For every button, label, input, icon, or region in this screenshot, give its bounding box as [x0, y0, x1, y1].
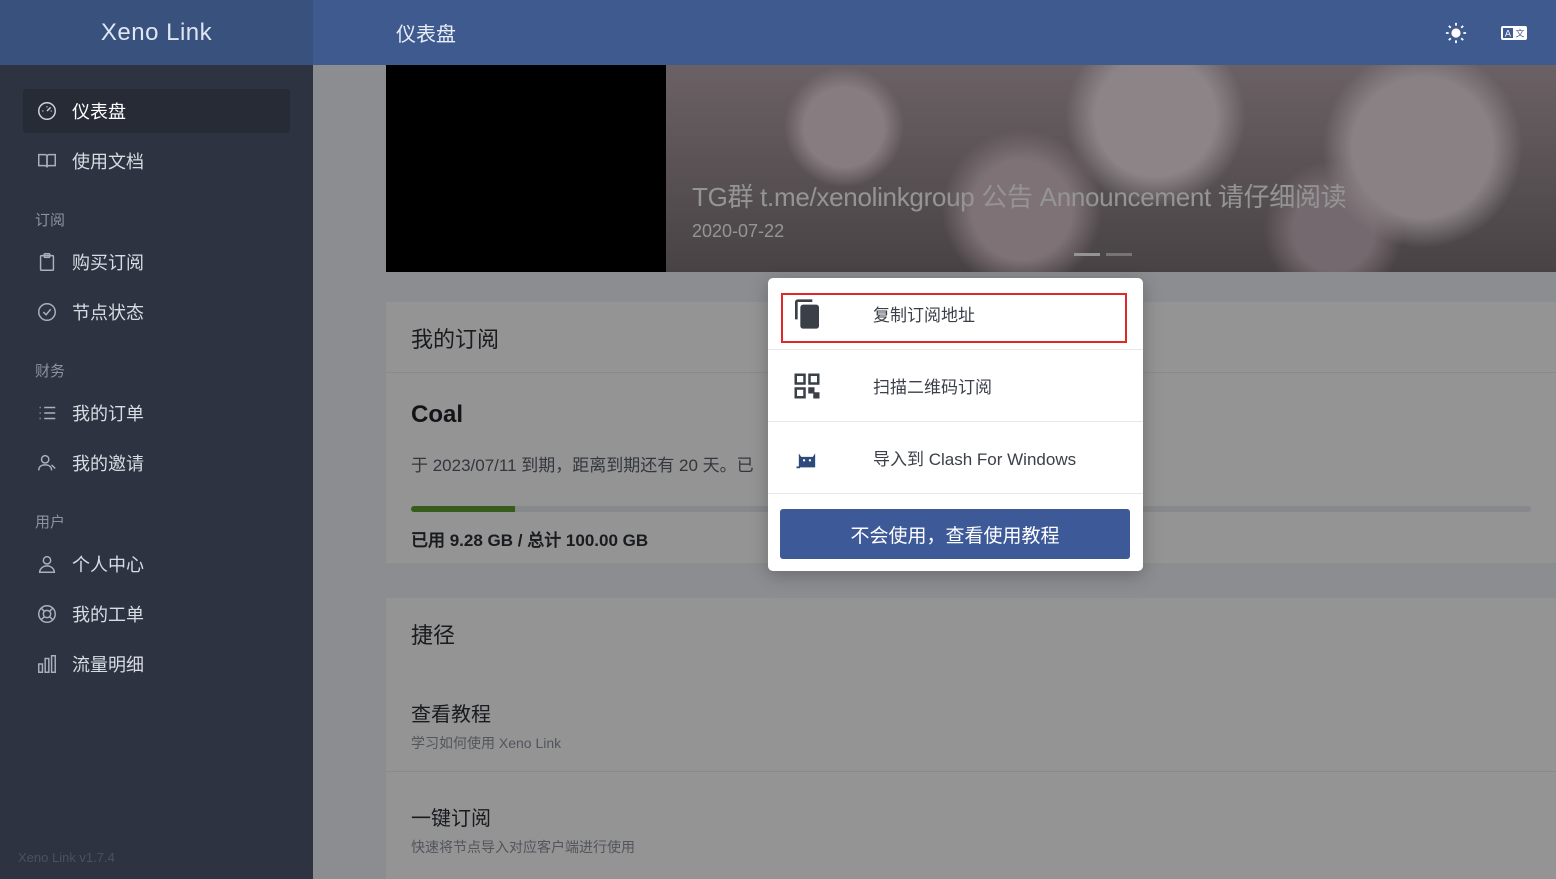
- view-tutorial-button[interactable]: 不会使用，查看使用教程: [780, 509, 1130, 559]
- sidebar-item-label: 节点状态: [72, 303, 144, 323]
- book-icon: [35, 149, 59, 173]
- clipboard-icon: [35, 250, 59, 274]
- list-icon: [35, 401, 59, 425]
- sidebar-item-label: 购买订阅: [72, 253, 144, 273]
- sidebar-item-label: 我的订单: [72, 404, 144, 424]
- nav-group-finance: 财务: [35, 363, 66, 380]
- subscribe-options-menu: 复制订阅地址 扫描二维码订阅 导入到 Clash For Windows 不会使…: [768, 278, 1143, 571]
- user-add-icon: [35, 451, 59, 475]
- nav-group-subscription: 订阅: [35, 212, 66, 229]
- top-header: 仪表盘 A文: [313, 0, 1556, 65]
- svg-text:文: 文: [1515, 27, 1524, 39]
- user-icon: [35, 552, 59, 576]
- sidebar-item-docs[interactable]: 使用文档: [23, 139, 290, 183]
- menu-item-copy-subscription-url[interactable]: 复制订阅地址: [768, 278, 1143, 350]
- language-translate-icon[interactable]: A文: [1500, 19, 1528, 47]
- sidebar-item-label: 我的工单: [72, 605, 144, 625]
- sidebar-item-label: 我的邀请: [72, 454, 144, 474]
- sidebar-item-dashboard[interactable]: 仪表盘: [23, 89, 290, 133]
- menu-item-scan-qrcode[interactable]: 扫描二维码订阅: [768, 350, 1143, 422]
- sidebar-item-node-status[interactable]: 节点状态: [23, 290, 290, 334]
- qrcode-icon: [790, 369, 824, 403]
- nav-group-user: 用户: [35, 514, 66, 531]
- dashboard-icon: [35, 99, 59, 123]
- sidebar-item-label: 仪表盘: [72, 102, 126, 122]
- cat-icon: [790, 441, 824, 475]
- menu-item-label: 扫描二维码订阅: [873, 378, 992, 397]
- app-version: Xeno Link v1.7.4: [18, 850, 115, 865]
- sidebar-item-traffic[interactable]: 流量明细: [23, 642, 290, 686]
- menu-item-import-clash[interactable]: 导入到 Clash For Windows: [768, 422, 1143, 494]
- brand-logo[interactable]: Xeno Link: [0, 0, 313, 65]
- sidebar-item-invites[interactable]: 我的邀请: [23, 441, 290, 485]
- menu-item-label: 导入到 Clash For Windows: [873, 450, 1077, 469]
- sidebar-nav: 仪表盘 使用文档 订阅 购买订阅 节点状态 财务 我的订单 我的邀请 用户 个人…: [0, 65, 313, 686]
- svg-text:A: A: [1505, 29, 1512, 39]
- check-circle-icon: [35, 300, 59, 324]
- sidebar-item-profile[interactable]: 个人中心: [23, 542, 290, 586]
- theme-toggle-sun-icon[interactable]: [1442, 19, 1470, 47]
- bar-chart-icon: [35, 652, 59, 676]
- sidebar-item-orders[interactable]: 我的订单: [23, 391, 290, 435]
- copy-icon: [790, 297, 824, 331]
- support-icon: [35, 602, 59, 626]
- sidebar-item-label: 个人中心: [72, 555, 144, 575]
- menu-item-label: 复制订阅地址: [873, 306, 975, 325]
- sidebar: Xeno Link 仪表盘 使用文档 订阅 购买订阅 节点状态 财务 我的订单 …: [0, 0, 313, 879]
- sidebar-item-buy-subscription[interactable]: 购买订阅: [23, 240, 290, 284]
- sidebar-item-tickets[interactable]: 我的工单: [23, 592, 290, 636]
- header-actions: A文: [1442, 19, 1528, 47]
- sidebar-item-label: 使用文档: [72, 152, 144, 172]
- sidebar-item-label: 流量明细: [72, 655, 144, 675]
- page-title: 仪表盘: [396, 24, 456, 46]
